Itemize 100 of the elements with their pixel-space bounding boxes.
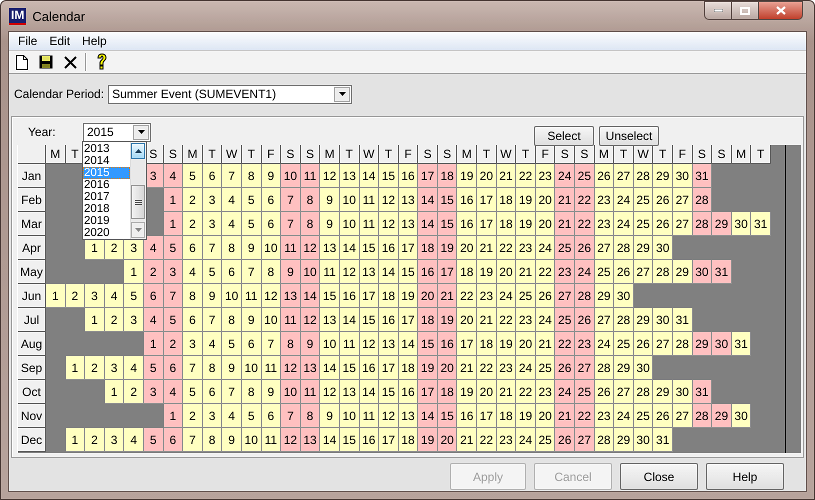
- day-cell[interactable]: 7: [202, 236, 222, 260]
- day-cell[interactable]: 5: [242, 404, 262, 428]
- day-cell[interactable]: 25: [555, 236, 576, 260]
- day-cell[interactable]: 2: [104, 308, 124, 332]
- year-option[interactable]: 2020: [83, 227, 130, 239]
- day-cell[interactable]: 13: [398, 404, 418, 428]
- day-cell[interactable]: 5: [144, 428, 164, 452]
- day-cell[interactable]: 20: [438, 356, 458, 380]
- day-cell[interactable]: 13: [300, 428, 320, 452]
- day-cell[interactable]: 2: [85, 356, 105, 380]
- day-cell[interactable]: 27: [594, 236, 614, 260]
- day-cell[interactable]: 30: [692, 260, 712, 284]
- day-cell[interactable]: 28: [614, 236, 634, 260]
- day-cell[interactable]: 17: [418, 164, 438, 188]
- day-cell[interactable]: 21: [477, 236, 497, 260]
- day-cell[interactable]: 28: [634, 164, 654, 188]
- day-cell[interactable]: 24: [614, 188, 634, 212]
- day-cell[interactable]: 29: [634, 236, 654, 260]
- day-cell[interactable]: 15: [398, 260, 418, 284]
- day-cell[interactable]: 14: [379, 260, 399, 284]
- day-cell[interactable]: 1: [164, 404, 184, 428]
- day-cell[interactable]: 7: [281, 404, 301, 428]
- day-cell[interactable]: 4: [164, 380, 184, 404]
- day-cell[interactable]: 9: [262, 164, 282, 188]
- day-cell[interactable]: 23: [536, 164, 556, 188]
- day-cell[interactable]: 12: [379, 212, 399, 236]
- day-cell[interactable]: 3: [202, 404, 222, 428]
- day-cell[interactable]: 23: [594, 404, 614, 428]
- day-cell[interactable]: 30: [732, 212, 752, 236]
- day-cell[interactable]: 11: [281, 236, 301, 260]
- day-cell[interactable]: 3: [144, 380, 164, 404]
- day-cell[interactable]: 15: [438, 212, 458, 236]
- new-document-icon[interactable]: [16, 54, 28, 70]
- day-cell[interactable]: 24: [496, 284, 516, 308]
- day-cell[interactable]: 9: [262, 380, 282, 404]
- day-cell[interactable]: 9: [202, 284, 222, 308]
- day-cell[interactable]: 17: [360, 284, 380, 308]
- day-cell[interactable]: 9: [320, 188, 340, 212]
- day-cell[interactable]: 25: [634, 404, 654, 428]
- day-cell[interactable]: 17: [418, 380, 438, 404]
- day-cell[interactable]: 20: [536, 404, 556, 428]
- day-cell[interactable]: 10: [340, 404, 360, 428]
- day-cell[interactable]: 5: [124, 284, 144, 308]
- day-cell[interactable]: 24: [555, 380, 576, 404]
- day-cell[interactable]: 10: [262, 236, 282, 260]
- day-cell[interactable]: 9: [222, 428, 242, 452]
- day-cell[interactable]: 22: [496, 308, 516, 332]
- day-cell[interactable]: 26: [575, 308, 595, 332]
- day-cell[interactable]: 24: [516, 356, 536, 380]
- day-cell[interactable]: 28: [634, 380, 654, 404]
- day-cell[interactable]: 27: [614, 164, 634, 188]
- day-cell[interactable]: 21: [438, 284, 458, 308]
- day-cell[interactable]: 11: [300, 164, 320, 188]
- day-cell[interactable]: 29: [634, 308, 654, 332]
- day-cell[interactable]: 25: [575, 380, 595, 404]
- day-cell[interactable]: 16: [379, 236, 399, 260]
- day-cell[interactable]: 10: [262, 308, 282, 332]
- day-cell[interactable]: 19: [418, 428, 438, 452]
- day-cell[interactable]: 6: [164, 356, 184, 380]
- day-cell[interactable]: 16: [418, 260, 438, 284]
- menu-item[interactable]: Help: [76, 34, 113, 48]
- day-cell[interactable]: 5: [144, 356, 164, 380]
- day-cell[interactable]: 16: [457, 212, 478, 236]
- day-cell[interactable]: 16: [438, 332, 458, 356]
- day-cell[interactable]: 4: [222, 212, 242, 236]
- day-cell[interactable]: 24: [614, 404, 634, 428]
- day-cell[interactable]: 8: [300, 404, 320, 428]
- day-cell[interactable]: 17: [477, 188, 497, 212]
- day-cell[interactable]: 17: [398, 308, 418, 332]
- day-cell[interactable]: 25: [536, 356, 556, 380]
- day-cell[interactable]: 13: [281, 284, 301, 308]
- day-cell[interactable]: 19: [457, 380, 478, 404]
- day-cell[interactable]: 1: [46, 284, 66, 308]
- day-cell[interactable]: 10: [242, 356, 262, 380]
- day-cell[interactable]: 23: [575, 332, 595, 356]
- day-cell[interactable]: 6: [222, 260, 242, 284]
- year-option[interactable]: 2017: [83, 191, 130, 203]
- day-cell[interactable]: 3: [202, 212, 222, 236]
- day-cell[interactable]: 20: [516, 332, 536, 356]
- day-cell[interactable]: 19: [516, 212, 536, 236]
- day-cell[interactable]: 17: [379, 356, 399, 380]
- day-cell[interactable]: 28: [673, 332, 693, 356]
- day-cell[interactable]: 25: [634, 212, 654, 236]
- day-cell[interactable]: 27: [594, 308, 614, 332]
- day-cell[interactable]: 19: [516, 404, 536, 428]
- day-cell[interactable]: 20: [457, 236, 478, 260]
- day-cell[interactable]: 27: [575, 428, 595, 452]
- day-cell[interactable]: 19: [457, 164, 478, 188]
- day-cell[interactable]: 3: [124, 308, 144, 332]
- day-cell[interactable]: 20: [477, 164, 497, 188]
- day-cell[interactable]: 3: [164, 260, 184, 284]
- day-cell[interactable]: 24: [536, 308, 556, 332]
- day-cell[interactable]: 26: [536, 284, 556, 308]
- day-cell[interactable]: 2: [85, 428, 105, 452]
- day-cell[interactable]: 14: [300, 284, 320, 308]
- day-cell[interactable]: 11: [360, 212, 380, 236]
- day-cell[interactable]: 8: [242, 164, 262, 188]
- day-cell[interactable]: 20: [536, 212, 556, 236]
- day-cell[interactable]: 26: [653, 188, 673, 212]
- day-cell[interactable]: 11: [360, 188, 380, 212]
